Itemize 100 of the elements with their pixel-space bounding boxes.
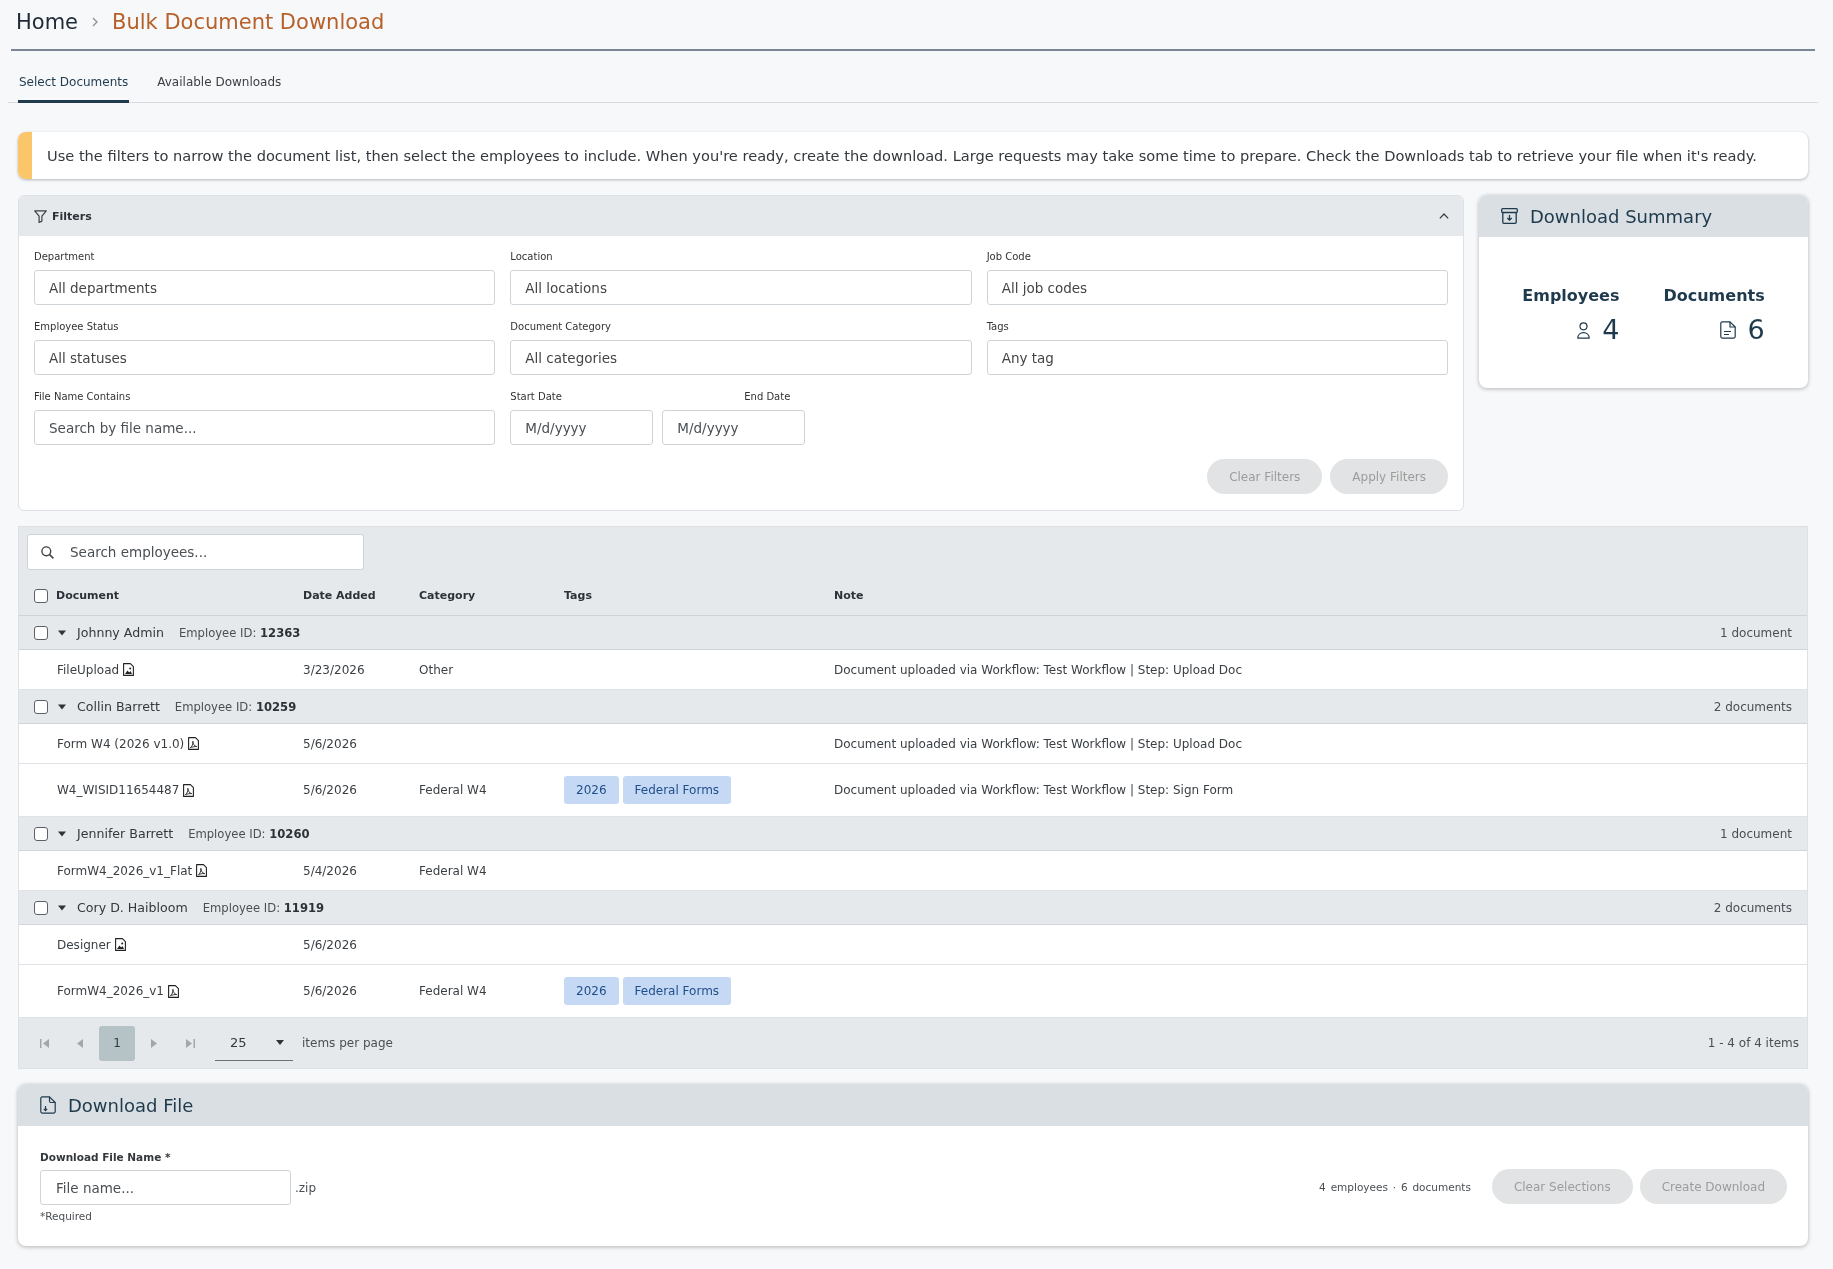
document-count: 1 document [1720,826,1792,841]
field-label: Employee Status [34,321,119,333]
employee-name: Johnny Admin [77,625,164,640]
checkbox[interactable] [34,900,48,915]
notice-text: Use the filters to narrow the document list, then select the employees to include. When you're ready, create the download. Large requests may take some time to prepare. Check the Downloads tab to retrieve your file when it's ready. [46,146,1757,165]
dropdown-field[interactable]: All statuses [34,340,496,375]
field-label: Location [510,251,553,263]
table-cell: 5/6/2026 [303,783,357,797]
stat-value: 4 [1602,315,1620,345]
stat-value: 6 [1747,315,1765,345]
date-field[interactable]: M/d/yyyy [510,410,654,445]
page-size-dropdown[interactable]: 25 [215,1025,293,1061]
table-cell: 5/6/2026 [303,937,357,952]
table-cell: Federal W4 [419,783,487,797]
caret-down-icon[interactable] [58,703,66,710]
field-label: Department [34,251,95,263]
table-cell: Document uploaded via Workflow: Test Workflow | Step: Sign Form [834,783,1234,797]
column-header: Date Added [303,589,376,602]
tag: 2026 [564,977,619,1005]
dropdown-field[interactable]: All departments [34,270,496,305]
dropdown-field[interactable]: All categories [510,340,972,375]
field-label: Tags [986,321,1009,333]
document-count: 2 documents [1713,699,1792,714]
employee-id: Employee ID: 10260 [188,826,310,841]
employee-id: Employee ID: 11919 [202,900,325,915]
image-file-icon [123,663,135,676]
page-range: 1 - 4 of 4 items [1707,1036,1799,1050]
page-size-label: items per page [302,1036,393,1050]
filter-icon [34,209,47,223]
notice-accent [18,132,32,179]
panel-title: Download Summary [1530,205,1713,227]
tag: Federal Forms [622,977,732,1005]
person-icon [1577,321,1591,339]
tag: Federal Forms [622,776,732,804]
checkbox[interactable] [34,625,48,640]
document-count: 1 document [1720,625,1792,640]
employee-id: Employee ID: 12363 [178,625,301,640]
required-hint: *Required [40,1210,92,1222]
dropdown-field[interactable]: All job codes [986,270,1448,305]
breadcrumb-current: Bulk Document Download [112,8,385,35]
panel-title: Filters [52,209,92,223]
file-download-icon [40,1096,56,1114]
image-file-icon [114,938,126,951]
column-header: Note [834,589,864,602]
tab[interactable]: Select Documents [18,61,130,103]
caret-down-icon [276,1040,284,1045]
dropdown-field[interactable]: Any tag [986,340,1448,375]
checkbox[interactable] [34,826,48,841]
search-field[interactable]: Search employees... [27,534,364,570]
chevron-up-icon[interactable] [1439,213,1449,219]
document-name: FormW4_2026_v1 [57,984,164,998]
document-name: W4_WISID11654487 [57,783,180,797]
document-name: FileUpload [57,662,120,677]
employee-name: Jennifer Barrett [77,826,174,841]
column-header: Document [56,589,120,602]
text-field[interactable]: Search by file name... [34,410,496,445]
caret-down-icon[interactable] [58,904,66,911]
file-extension: .zip [295,1180,317,1195]
tag: 2026 [564,776,619,804]
table-cell: Document uploaded via Workflow: Test Workflow | Step: Upload Doc [834,662,1242,677]
column-header: Tags [564,589,592,602]
table-cell: 5/6/2026 [303,736,357,751]
field-label: End Date [744,391,791,403]
stat-label: Documents [1663,286,1765,305]
checkbox[interactable] [34,699,48,714]
tab[interactable]: Available Downloads [156,61,283,103]
employee-name: Collin Barrett [77,699,160,714]
caret-down-icon[interactable] [58,830,66,837]
stat-label: Employees [1522,286,1620,305]
document-count: 2 documents [1713,900,1792,915]
selection-summary: 4 employees · 6 documents [1319,1180,1471,1193]
file-name-field[interactable]: File name... [40,1170,291,1205]
table-cell: Federal W4 [419,863,487,878]
field-label: Document Category [510,321,611,333]
date-field[interactable]: M/d/yyyy [662,410,806,445]
table-cell: Other [419,662,454,677]
breadcrumb-link[interactable]: Home [16,8,78,35]
table-cell: Document uploaded via Workflow: Test Workflow | Step: Upload Doc [834,736,1242,751]
pdf-file-icon [168,984,179,998]
table-cell: 5/4/2026 [303,863,357,878]
table-cell: 5/6/2026 [303,984,357,998]
checkbox[interactable] [34,588,48,603]
pdf-file-icon [183,783,195,797]
field-label: Start Date [510,391,562,403]
table-cell: 3/23/2026 [303,662,365,677]
pdf-file-icon [188,737,200,750]
caret-down-icon[interactable] [58,629,66,636]
panel-title: Download File [68,1094,194,1116]
document-name: FormW4_2026_v1_Flat [57,863,193,878]
dropdown-field[interactable]: All locations [510,270,972,305]
search-icon [41,545,54,559]
chevron-right-icon [92,16,98,27]
document-name: Designer [57,937,111,952]
page-button[interactable]: 1 [99,1025,135,1061]
pdf-file-icon [196,864,208,877]
column-header: Category [419,589,476,602]
field-label: Job Code [986,251,1031,263]
table-cell: Federal W4 [419,984,487,998]
document-icon [1719,321,1736,339]
document-name: Form W4 (2026 v1.0) [57,736,185,751]
